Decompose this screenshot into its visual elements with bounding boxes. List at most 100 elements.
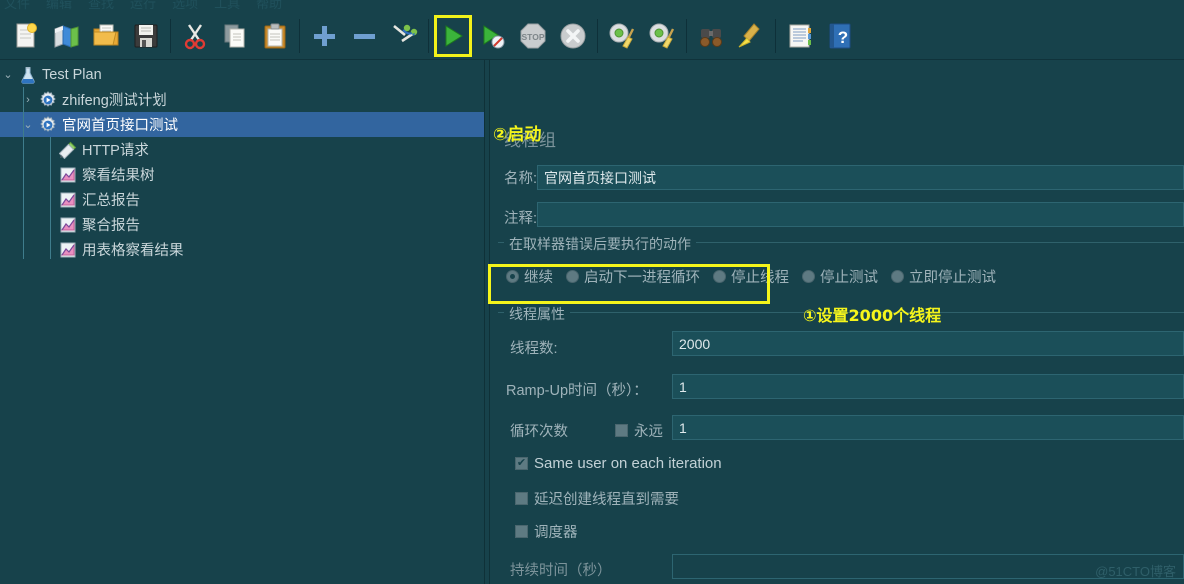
checkbox-box: ✔ bbox=[515, 457, 528, 470]
jmeter-window: 文件 编辑 查找 运行 选项 工具 帮助 STOP ? ⌄ Test Plan … bbox=[0, 0, 1184, 584]
radio-label: 启动下一进程循环 bbox=[584, 270, 700, 286]
cut-icon[interactable] bbox=[175, 14, 215, 58]
tree-node-0[interactable]: ⌄ Test Plan bbox=[0, 62, 484, 87]
chevron-down-icon[interactable]: ⌄ bbox=[0, 68, 16, 81]
radio-label: 停止测试 bbox=[820, 270, 878, 286]
annotation-step1: ①设置2000个线程 bbox=[803, 306, 942, 325]
start-icon[interactable] bbox=[433, 14, 473, 58]
checkbox-box: ✔ bbox=[515, 525, 528, 538]
shutdown-icon[interactable] bbox=[553, 14, 593, 58]
radio-dot bbox=[802, 270, 815, 283]
toolbar-separator bbox=[299, 18, 300, 53]
radio-dot bbox=[713, 270, 726, 283]
listener-icon bbox=[56, 166, 80, 184]
tree-node-1[interactable]: › zhifeng测试计划 bbox=[0, 87, 484, 112]
start-no-pauses-icon[interactable] bbox=[473, 14, 513, 58]
same-user-checkbox[interactable]: ✔ Same user on each iteration bbox=[515, 455, 722, 472]
error-action-group-label: 在取样器错误后要执行的动作 bbox=[504, 234, 696, 254]
menu-find[interactable]: 查找 bbox=[88, 0, 114, 12]
open-icon[interactable] bbox=[86, 14, 126, 58]
thread-group-icon bbox=[36, 115, 60, 134]
copy-icon[interactable] bbox=[215, 14, 255, 58]
menu-run[interactable]: 运行 bbox=[130, 0, 156, 12]
log-icon[interactable] bbox=[780, 14, 820, 58]
new-icon[interactable] bbox=[6, 14, 46, 58]
tree-guide-line bbox=[23, 87, 24, 259]
toggle-icon[interactable] bbox=[384, 14, 424, 58]
radio-stop-test[interactable]: 停止测试 bbox=[802, 266, 878, 287]
thread-group-icon bbox=[36, 90, 60, 109]
tree-node-7[interactable]: 用表格察看结果 bbox=[0, 237, 484, 262]
expand-all-icon[interactable] bbox=[304, 14, 344, 58]
tree-node-label: 用表格察看结果 bbox=[82, 243, 184, 259]
clear-all-icon[interactable] bbox=[642, 14, 682, 58]
radio-label: 立即停止测试 bbox=[909, 270, 996, 286]
error-action-radios: 继续 启动下一进程循环 停止线程 停止测试 立即停止测试 bbox=[506, 266, 996, 287]
checkbox-box: ✔ bbox=[515, 492, 528, 505]
search-icon[interactable] bbox=[691, 14, 731, 58]
toolbar-separator bbox=[686, 18, 687, 53]
same-user-label: Same user on each iteration bbox=[534, 455, 722, 472]
radio-dot bbox=[891, 270, 904, 283]
thread-group-form: 线程组 ②启动 名称: 官网首页接口测试 注释: 在取样器错误后要执行的动作 继… bbox=[490, 60, 1184, 584]
templates-icon[interactable] bbox=[46, 14, 86, 58]
tree-node-3[interactable]: HTTP请求 bbox=[0, 137, 484, 162]
tree-node-5[interactable]: 汇总报告 bbox=[0, 187, 484, 212]
radio-continue[interactable]: 继续 bbox=[506, 266, 553, 287]
tree-node-2[interactable]: ⌄ 官网首页接口测试 bbox=[0, 112, 484, 137]
delay-create-label: 延迟创建线程直到需要 bbox=[534, 492, 679, 508]
tree-guide-line bbox=[50, 137, 51, 259]
threads-label: 线程数: bbox=[510, 341, 558, 357]
tree-node-4[interactable]: 察看结果树 bbox=[0, 162, 484, 187]
comment-input[interactable] bbox=[537, 202, 1184, 227]
scheduler-label: 调度器 bbox=[534, 525, 578, 541]
save-icon[interactable] bbox=[126, 14, 166, 58]
paste-icon[interactable] bbox=[255, 14, 295, 58]
clear-icon[interactable] bbox=[602, 14, 642, 58]
toolbar-separator bbox=[597, 18, 598, 53]
tree-node-label: 官网首页接口测试 bbox=[62, 118, 178, 134]
help-icon[interactable]: ? bbox=[820, 14, 860, 58]
test-plan-icon bbox=[16, 66, 40, 84]
radio-stop-thread[interactable]: 停止线程 bbox=[713, 266, 789, 287]
checkbox-box: ✔ bbox=[615, 424, 628, 437]
rampup-label: Ramp-Up时间（秒）： bbox=[506, 383, 648, 399]
test-plan-tree[interactable]: ⌄ Test Plan › zhifeng测试计划 ⌄ 官网首页接口测试 HTTP请求 察看结… bbox=[0, 60, 484, 584]
name-input[interactable]: 官网首页接口测试 bbox=[537, 165, 1184, 190]
toolbar-separator bbox=[775, 18, 776, 53]
menu-edit[interactable]: 编辑 bbox=[46, 0, 72, 12]
tree-node-label: 聚合报告 bbox=[82, 218, 140, 234]
stop-icon[interactable]: STOP bbox=[513, 14, 553, 58]
rampup-input[interactable]: 1 bbox=[672, 374, 1184, 399]
menu-file[interactable]: 文件 bbox=[4, 0, 30, 12]
radio-dot bbox=[566, 270, 579, 283]
loops-label: 循环次数 bbox=[510, 424, 568, 440]
radio-dot bbox=[506, 270, 519, 283]
svg-text:?: ? bbox=[838, 28, 848, 47]
toolbar-separator bbox=[170, 18, 171, 53]
svg-text:STOP: STOP bbox=[522, 32, 545, 42]
radio-stop-test-now[interactable]: 立即停止测试 bbox=[891, 266, 996, 287]
radio-start-next-loop[interactable]: 启动下一进程循环 bbox=[566, 266, 700, 287]
loops-input[interactable]: 1 bbox=[672, 415, 1184, 440]
duration-label: 持续时间（秒） bbox=[510, 563, 612, 579]
forever-label: 永远 bbox=[634, 424, 663, 440]
tree-node-label: 察看结果树 bbox=[82, 168, 155, 184]
http-request-icon bbox=[56, 141, 80, 159]
tree-node-6[interactable]: 聚合报告 bbox=[0, 212, 484, 237]
toolbar-separator bbox=[428, 18, 429, 53]
threads-input[interactable]: 2000 bbox=[672, 331, 1184, 356]
delay-create-checkbox[interactable]: ✔ 延迟创建线程直到需要 bbox=[515, 488, 679, 509]
menu-tools[interactable]: 工具 bbox=[214, 0, 240, 12]
annotation-step2: ②启动 bbox=[493, 125, 542, 145]
watermark: @51CTO博客 bbox=[1095, 564, 1176, 579]
menu-help[interactable]: 帮助 bbox=[256, 0, 282, 12]
radio-label: 继续 bbox=[524, 270, 553, 286]
scheduler-checkbox[interactable]: ✔ 调度器 bbox=[515, 521, 578, 542]
forever-checkbox[interactable]: ✔ 永远 bbox=[615, 420, 663, 441]
collapse-all-icon[interactable] bbox=[344, 14, 384, 58]
tree-node-label: HTTP请求 bbox=[82, 143, 149, 159]
menu-options[interactable]: 选项 bbox=[172, 0, 198, 12]
reset-search-icon[interactable] bbox=[731, 14, 771, 58]
menu-bar: 文件 编辑 查找 运行 选项 工具 帮助 bbox=[0, 0, 1184, 12]
